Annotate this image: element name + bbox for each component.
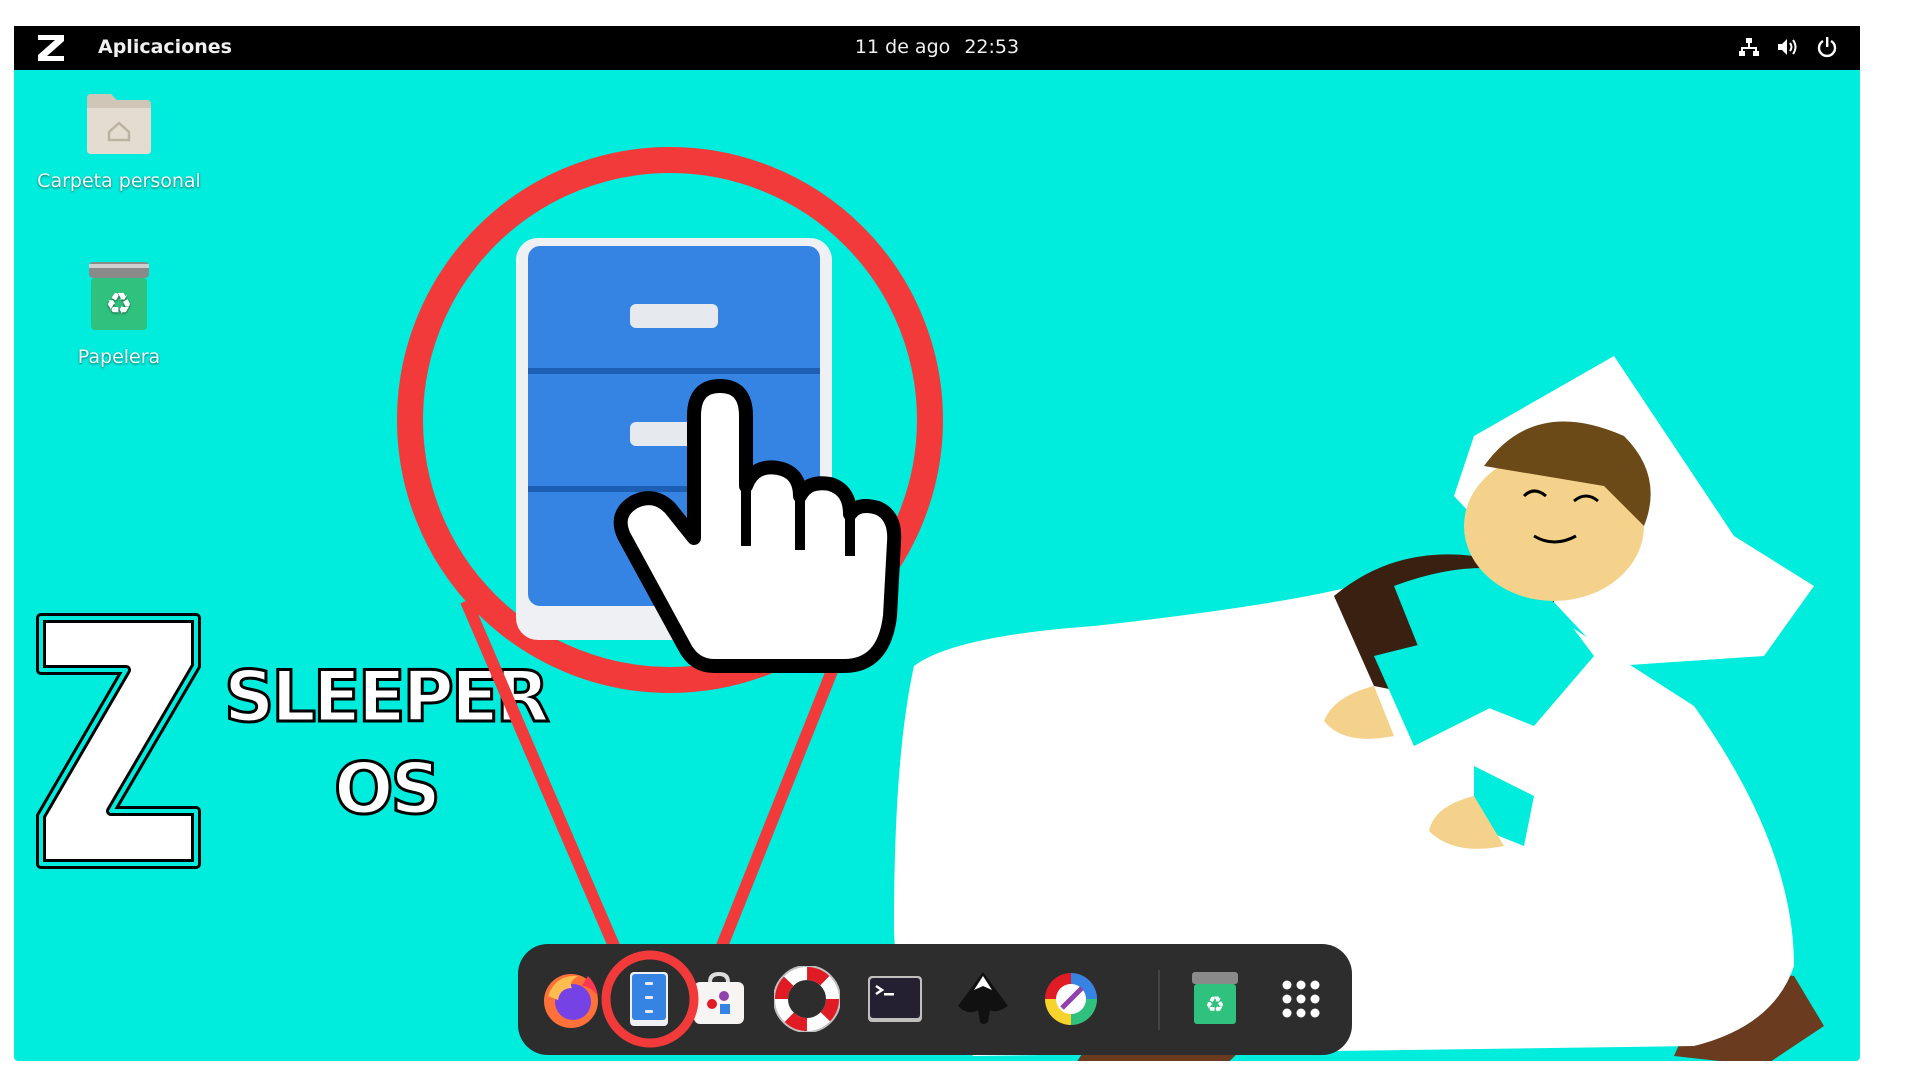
desktop-screen: Aplicaciones 11 de ago 22:53 Carpeta per… <box>14 26 1860 1061</box>
dock-highlight-ring <box>601 950 699 1048</box>
desktop-icon-label: Carpeta personal <box>37 170 201 192</box>
svg-text:♻: ♻ <box>106 287 133 322</box>
dock-item-color-picker[interactable] <box>1038 966 1104 1032</box>
color-wheel-icon <box>1045 973 1097 1025</box>
date-label: 11 de ago <box>854 36 951 58</box>
dock-item-firefox[interactable] <box>538 966 604 1032</box>
lifebuoy-icon <box>774 966 840 1032</box>
firefox-icon <box>544 974 598 1028</box>
desktop-icon-trash[interactable]: ♻ Papelera <box>34 256 204 368</box>
dock-item-trash[interactable]: ♻ <box>1182 966 1248 1032</box>
power-icon[interactable] <box>1816 36 1838 58</box>
svg-text:♻: ♻ <box>1205 993 1225 1018</box>
volume-icon[interactable] <box>1776 36 1800 58</box>
app-grid-icon <box>1282 980 1320 1018</box>
terminal-icon <box>868 976 922 1022</box>
dock-item-terminal[interactable] <box>862 966 928 1032</box>
dock: ♻ <box>518 944 1352 1055</box>
dock-item-app-grid[interactable] <box>1268 966 1334 1032</box>
inkscape-icon <box>958 972 1008 1024</box>
dock-item-inkscape[interactable] <box>950 966 1016 1032</box>
top-bar: Aplicaciones 11 de ago 22:53 <box>14 26 1860 70</box>
dock-item-help[interactable] <box>774 966 840 1032</box>
home-folder-icon <box>87 94 151 154</box>
trash-icon: ♻ <box>1192 972 1238 1024</box>
trash-icon: ♻ <box>89 262 149 330</box>
clock[interactable]: 11 de ago 22:53 <box>14 36 1860 58</box>
wallpaper-z-logo <box>36 613 201 869</box>
zoom-callout-annotation <box>397 147 943 1019</box>
dock-separator <box>1158 970 1160 1030</box>
network-icon[interactable] <box>1738 36 1760 58</box>
time-label: 22:53 <box>964 36 1020 58</box>
system-tray[interactable] <box>1738 36 1838 58</box>
desktop-icon-home[interactable]: Carpeta personal <box>34 84 204 192</box>
desktop-icon-label: Papelera <box>77 346 161 368</box>
